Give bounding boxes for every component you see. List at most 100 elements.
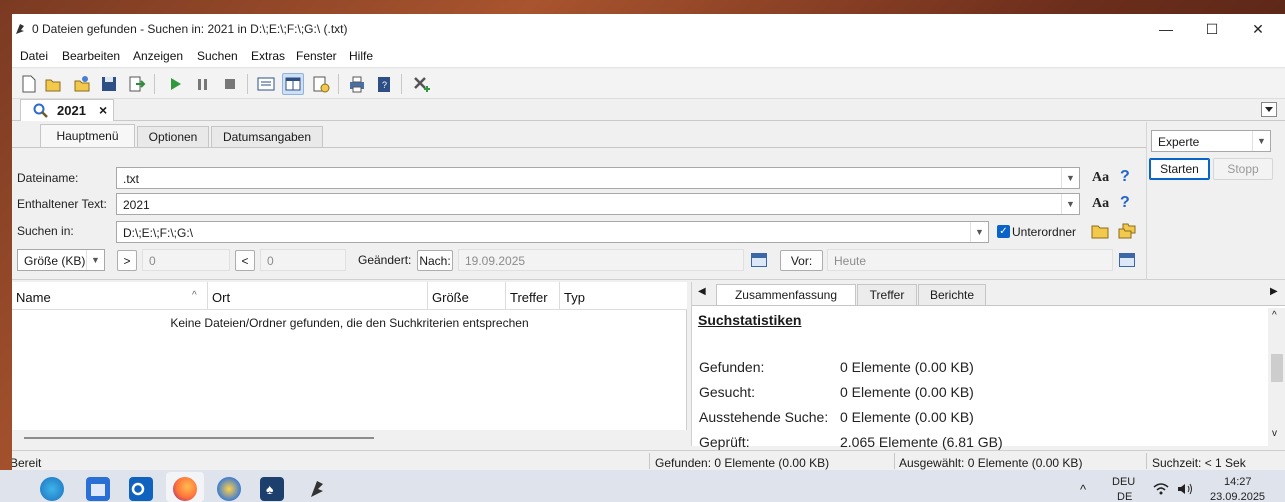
wifi-icon[interactable] <box>1153 482 1169 496</box>
menu-hilfe[interactable]: Hilfe <box>349 49 373 63</box>
firefox-taskbar-button[interactable] <box>166 472 204 502</box>
browse-folder-icon[interactable] <box>1091 223 1109 239</box>
outlook-icon[interactable] <box>129 477 153 501</box>
save-icon[interactable] <box>98 73 120 95</box>
new-search-icon[interactable] <box>17 73 39 95</box>
help-icon[interactable]: ? <box>1120 194 1130 212</box>
tab-scroll-left-icon[interactable]: ◀ <box>698 286 706 297</box>
after-date-button[interactable]: Nach: <box>417 250 453 271</box>
size-unit-select[interactable]: Größe (KB) ▼ <box>17 249 105 271</box>
menu-datei[interactable]: Datei <box>20 49 48 63</box>
store-icon[interactable] <box>86 477 110 501</box>
split-view-icon[interactable] <box>282 73 304 95</box>
column-header-typ[interactable]: Typ <box>560 282 687 310</box>
keyboard-layout-indicator[interactable]: DE <box>1117 491 1132 502</box>
after-date-input[interactable]: 19.09.2025 <box>458 249 744 271</box>
tab-scroll-right-icon[interactable]: ▶ <box>1270 286 1278 297</box>
size-min-input[interactable]: 0 <box>142 249 230 271</box>
stop-icon[interactable] <box>219 73 241 95</box>
start-search-icon[interactable] <box>164 73 186 95</box>
scrollbar-thumb[interactable] <box>24 437 374 439</box>
tab-optionen[interactable]: Optionen <box>137 126 209 147</box>
tab-list-dropdown[interactable] <box>1261 102 1277 117</box>
sort-ascending-icon: ^ <box>192 290 197 301</box>
open-search-icon[interactable] <box>42 73 64 95</box>
empty-results-message: Keine Dateien/Ordner gefunden, die den S… <box>170 316 529 330</box>
content-text-combobox[interactable]: 2021 ▼ <box>116 193 1080 215</box>
chevron-down-icon[interactable]: ▼ <box>970 222 988 242</box>
search-in-label: Suchen in: <box>17 224 74 238</box>
scrollbar-thumb[interactable] <box>1271 354 1283 382</box>
clock-date[interactable]: 23.09.2025 <box>1210 491 1265 502</box>
menu-fenster[interactable]: Fenster <box>296 49 337 63</box>
tab-berichte[interactable]: Berichte <box>918 284 986 305</box>
print-icon[interactable] <box>346 73 368 95</box>
close-button[interactable]: ✕ <box>1235 14 1281 44</box>
search-in-value: D:\;E:\;F:\;G:\ <box>123 226 194 240</box>
start-button[interactable]: Starten <box>1149 158 1210 180</box>
help-icon[interactable]: ? <box>1120 168 1130 186</box>
results-list[interactable]: Name ^ Ort Größe Treffer Typ Keine Datei… <box>12 282 687 446</box>
before-date-input[interactable]: Heute <box>827 249 1113 271</box>
vertical-scrollbar[interactable]: ^ v <box>1268 308 1285 446</box>
tab-datumsangaben[interactable]: Datumsangaben <box>211 126 323 147</box>
document-tab-close-icon[interactable]: × <box>99 102 107 118</box>
windows-taskbar: ♠ ^ DEU DE 14:27 23.09.2025 <box>0 470 1285 502</box>
stop-button[interactable]: Stopp <box>1213 158 1273 180</box>
menu-anzeigen[interactable]: Anzeigen <box>133 49 183 63</box>
maximize-button[interactable]: ☐ <box>1189 14 1235 44</box>
stat-value-gefunden: 0 Elemente (0.00 KB) <box>840 359 974 375</box>
svg-text:♠: ♠ <box>266 481 274 497</box>
edge-icon[interactable] <box>40 477 64 501</box>
menu-extras[interactable]: Extras <box>251 49 285 63</box>
report-view-icon[interactable] <box>255 73 277 95</box>
column-header-ort[interactable]: Ort <box>208 282 428 310</box>
preview-icon[interactable] <box>310 73 332 95</box>
size-less-button[interactable]: < <box>235 250 255 271</box>
firefox-icon <box>173 477 197 501</box>
menu-suchen[interactable]: Suchen <box>197 49 238 63</box>
export-icon[interactable] <box>126 73 148 95</box>
clock-time[interactable]: 14:27 <box>1224 476 1252 488</box>
size-max-input[interactable]: 0 <box>260 249 346 271</box>
content-text-value: 2021 <box>123 198 150 212</box>
subfolders-checkbox[interactable]: ✓ <box>997 225 1010 238</box>
chevron-down-icon[interactable]: ▼ <box>1061 168 1079 188</box>
chevron-down-icon[interactable]: ▼ <box>1252 131 1270 151</box>
tab-zusammenfassung[interactable]: Zusammenfassung <box>716 284 856 305</box>
multiple-folders-icon[interactable] <box>1118 223 1136 239</box>
open-folder-search-icon[interactable] <box>71 73 93 95</box>
minimize-button[interactable]: — <box>1143 14 1189 44</box>
filename-combobox[interactable]: .txt ▼ <box>116 167 1080 189</box>
pause-icon[interactable] <box>192 73 214 95</box>
tools-icon[interactable] <box>410 73 432 95</box>
scroll-up-icon[interactable]: ^ <box>1272 310 1277 321</box>
tab-hauptmenue[interactable]: Hauptmenü <box>40 124 135 147</box>
calendar-icon[interactable] <box>751 253 767 267</box>
document-tab-2021[interactable]: 2021 × <box>20 99 114 121</box>
chevron-down-icon[interactable]: ▼ <box>86 250 104 270</box>
column-header-treffer[interactable]: Treffer <box>506 282 560 310</box>
case-sensitive-icon[interactable]: Aa <box>1092 170 1109 186</box>
search-in-combobox[interactable]: D:\;E:\;F:\;G:\ ▼ <box>116 221 989 243</box>
system-tray-chevron-icon[interactable]: ^ <box>1080 482 1086 497</box>
horizontal-scrollbar[interactable] <box>12 430 687 446</box>
calendar-icon[interactable] <box>1119 253 1135 267</box>
volume-icon[interactable] <box>1176 482 1194 496</box>
mode-select[interactable]: Experte ▼ <box>1151 130 1271 152</box>
column-header-name[interactable]: Name ^ <box>12 282 208 310</box>
file-search-app-icon[interactable] <box>306 477 330 501</box>
language-indicator[interactable]: DEU <box>1112 476 1135 488</box>
before-date-button[interactable]: Vor: <box>780 250 823 271</box>
status-selected: Ausgewählt: 0 Elemente (0.00 KB) <box>899 456 1083 470</box>
case-sensitive-icon[interactable]: Aa <box>1092 196 1109 212</box>
chevron-down-icon[interactable]: ▼ <box>1061 194 1079 214</box>
help-book-icon[interactable]: ? <box>373 73 395 95</box>
scroll-down-icon[interactable]: v <box>1272 428 1277 439</box>
column-header-groesse[interactable]: Größe <box>428 282 506 310</box>
app-sun-icon[interactable] <box>217 477 241 501</box>
menu-bearbeiten[interactable]: Bearbeiten <box>62 49 120 63</box>
solitaire-icon[interactable]: ♠ <box>260 477 284 501</box>
size-greater-button[interactable]: > <box>117 250 137 271</box>
tab-treffer[interactable]: Treffer <box>857 284 917 305</box>
